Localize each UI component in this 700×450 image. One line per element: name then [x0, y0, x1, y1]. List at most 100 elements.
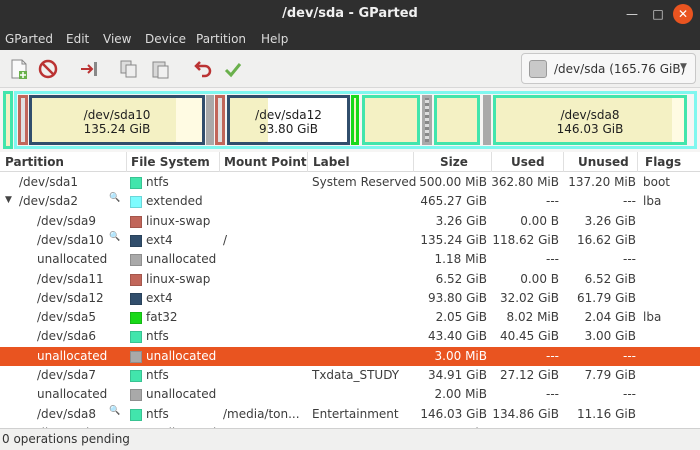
map-sda10[interactable]: /dev/sda10 135.24 GiB [29, 95, 205, 145]
partition-name: unallocated [37, 252, 108, 267]
fs-color-swatch [130, 408, 142, 421]
table-row[interactable]: unallocated unallocated 1.18 MiB --- --- [0, 250, 700, 269]
map-unallocated-2[interactable] [483, 95, 491, 145]
map-sda5[interactable] [351, 95, 359, 145]
map-sda7[interactable] [434, 95, 480, 145]
table-row[interactable]: unallocated unallocated 3.00 MiB --- --- [0, 346, 700, 366]
map-sda8[interactable]: /dev/sda8 146.03 GiB [493, 95, 687, 145]
key-icon: 🔍 [109, 405, 121, 416]
menu-bar: GParted Edit View Device Partition Help [0, 28, 700, 50]
partition-size: 3.00 MiB [434, 348, 487, 363]
file-system: ntfs [146, 368, 169, 382]
col-file-system[interactable]: File System [131, 155, 210, 169]
partition-unused: 7.79 GiB [584, 368, 636, 382]
partition-label: Entertainment [312, 406, 399, 421]
menu-gparted[interactable]: GParted [5, 32, 53, 46]
map-sda6[interactable] [362, 95, 420, 145]
partition-unused: --- [623, 252, 636, 267]
resize-move-icon[interactable] [78, 58, 100, 80]
table-row[interactable]: ▼ /dev/sda2 🔍 extended 465.27 GiB --- --- lba [0, 192, 700, 211]
partition-unused: --- [623, 348, 636, 363]
partition-unused: 137.20 MiB [568, 175, 636, 189]
menu-edit[interactable]: Edit [66, 32, 89, 46]
partition-unused: 6.52 GiB [584, 271, 636, 286]
window-title: /dev/sda - GParted [282, 6, 418, 21]
partition-name: /dev/sda5 [37, 310, 97, 325]
map-sda11[interactable] [215, 95, 225, 145]
map-unallocated-1[interactable] [206, 95, 214, 145]
fs-color-swatch [130, 312, 142, 325]
partition-unused: 2.04 GiB [584, 310, 636, 325]
partition-name: /dev/sda1 [19, 175, 79, 189]
minimize-icon[interactable]: — [622, 4, 642, 24]
partition-used: 27.12 GiB [499, 368, 559, 382]
col-used[interactable]: Used [511, 155, 545, 169]
delete-partition-icon[interactable] [37, 58, 59, 80]
fs-color-swatch [130, 234, 142, 247]
partition-map: /dev/sda10 135.24 GiB /dev/sda12 93.80 G… [0, 89, 700, 151]
file-system: ntfs [146, 406, 169, 421]
fs-color-swatch [130, 273, 142, 286]
partition-used: 40.45 GiB [499, 329, 559, 344]
fs-color-swatch [130, 370, 142, 382]
table-row[interactable]: /dev/sda11 linux-swap 6.52 GiB 0.00 B 6.52 G… [0, 270, 700, 289]
title-bar: /dev/sda - GParted — □ ✕ [0, 0, 700, 28]
close-icon[interactable]: ✕ [673, 4, 693, 24]
partition-size: 93.80 GiB [427, 290, 487, 305]
map-unallocated-selected[interactable] [422, 95, 432, 145]
status-text: 0 operations pending [2, 432, 130, 446]
menu-device[interactable]: Device [145, 32, 186, 46]
fs-color-swatch [130, 196, 142, 209]
device-selector[interactable]: /dev/sda (165.76 GiB) ▼ [521, 53, 696, 84]
paste-icon[interactable] [149, 58, 171, 80]
apply-icon[interactable] [222, 58, 244, 80]
partition-flags: boot [643, 175, 671, 189]
col-unused[interactable]: Unused [578, 155, 629, 169]
table-row[interactable]: /dev/sda1 ntfs System Reserved 500.00 MiB 36… [0, 173, 700, 192]
key-icon: 🔍 [109, 193, 121, 204]
table-row[interactable]: /dev/sda10 🔍 ext4 / 135.24 GiB 118.62 GiB 16.6… [0, 231, 700, 250]
table-header: Partition File System Mount Point Label … [0, 152, 700, 172]
map-sda12[interactable]: /dev/sda12 93.80 GiB [227, 95, 350, 145]
copy-icon[interactable] [118, 58, 140, 80]
partition-name: unallocated [37, 348, 108, 363]
table-row[interactable]: /dev/sda12 ext4 93.80 GiB 32.02 GiB 61.79 Gi… [0, 289, 700, 308]
table-row[interactable]: /dev/sda7 ntfs Txdata_STUDY 34.91 GiB 27.12 … [0, 366, 700, 385]
fs-color-swatch [130, 254, 142, 267]
file-system: linux-swap [146, 213, 211, 228]
table-row[interactable]: unallocated unallocated 2.00 MiB --- --- [0, 385, 700, 404]
col-flags[interactable]: Flags [645, 155, 681, 169]
menu-view[interactable]: View [103, 32, 131, 46]
table-row[interactable]: /dev/sda8 🔍 ntfs/media/ton... Entertainment… [0, 405, 700, 424]
menu-partition[interactable]: Partition [196, 32, 246, 46]
partition-size: 2.00 MiB [434, 387, 487, 402]
menu-help[interactable]: Help [261, 32, 288, 46]
partition-name: /dev/sda12 [37, 290, 104, 305]
partition-size: 1.18 MiB [434, 252, 487, 267]
maximize-icon[interactable]: □ [648, 4, 668, 24]
undo-icon[interactable] [191, 58, 213, 80]
new-partition-icon[interactable] [8, 58, 30, 80]
partition-name: /dev/sda7 [37, 368, 97, 382]
table-row[interactable]: /dev/sda9 linux-swap 3.26 GiB 0.00 B 3.26 Gi… [0, 212, 700, 231]
file-system: ext4 [146, 290, 173, 305]
col-label[interactable]: Label [313, 155, 350, 169]
col-size[interactable]: Size [440, 155, 468, 169]
fs-color-swatch [130, 215, 142, 228]
map-sda12-name: /dev/sda12 [255, 108, 322, 122]
partition-size: 465.27 GiB [420, 194, 487, 209]
table-row[interactable]: /dev/sda5 fat32 2.05 GiB 8.02 MiB 2.04 GiB lb… [0, 308, 700, 327]
table-row[interactable]: /dev/sda6 ntfs 43.40 GiB 40.45 GiB 3.00 GiB [0, 327, 700, 346]
partition-used: 0.00 B [520, 271, 559, 286]
device-label: /dev/sda (165.76 GiB) [554, 62, 686, 76]
chevron-down-icon: ▼ [680, 62, 687, 72]
map-sda1[interactable] [3, 91, 13, 149]
map-sda9[interactable] [18, 95, 28, 145]
col-mount-point[interactable]: Mount Point [224, 155, 307, 169]
file-system: ntfs [146, 329, 169, 344]
expander-icon[interactable]: ▼ [5, 195, 12, 205]
partition-flags: lba [643, 310, 662, 325]
partition-size: 3.26 GiB [435, 213, 487, 228]
col-partition[interactable]: Partition [5, 155, 64, 169]
file-system: linux-swap [146, 271, 211, 286]
